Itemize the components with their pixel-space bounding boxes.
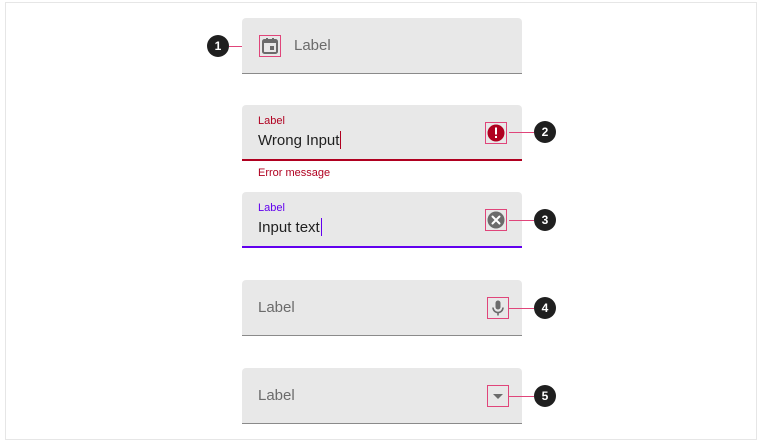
field-value[interactable]: Wrong Input	[258, 131, 342, 149]
mic-icon[interactable]	[487, 297, 509, 319]
callout-leader-4	[509, 308, 534, 309]
callout-badge-1: 1	[207, 35, 229, 57]
callout-badge-5: 5	[534, 385, 556, 407]
field-value[interactable]: Input text	[258, 218, 322, 236]
text-field-error[interactable]: Label Wrong Input	[242, 105, 522, 161]
clear-icon[interactable]	[485, 209, 507, 231]
callout-leader-2	[509, 132, 534, 133]
field-label: Label	[258, 115, 285, 127]
field-label: Label	[258, 299, 295, 316]
callout-badge-3: 3	[534, 209, 556, 231]
callout-leader-3	[509, 220, 534, 221]
field-label: Label	[258, 387, 295, 404]
dropdown-arrow-icon[interactable]	[487, 385, 509, 407]
field-value-text: Input text	[258, 219, 320, 236]
field-label: Label	[294, 37, 331, 54]
callout-badge-2: 2	[534, 121, 556, 143]
text-field-dropdown[interactable]: Label	[242, 368, 522, 424]
field-value-text: Wrong Input	[258, 132, 340, 149]
text-field-focused[interactable]: Label Input text	[242, 192, 522, 248]
calendar-icon[interactable]	[259, 35, 281, 57]
text-cursor	[320, 218, 322, 236]
text-cursor	[340, 131, 342, 149]
text-field-voice[interactable]: Label	[242, 280, 522, 336]
field-label: Label	[258, 202, 285, 214]
error-message: Error message	[258, 167, 331, 179]
callout-leader-5	[509, 396, 534, 397]
error-icon	[485, 122, 507, 144]
callout-badge-4: 4	[534, 297, 556, 319]
text-field-leading-icon[interactable]: Label	[242, 18, 522, 74]
